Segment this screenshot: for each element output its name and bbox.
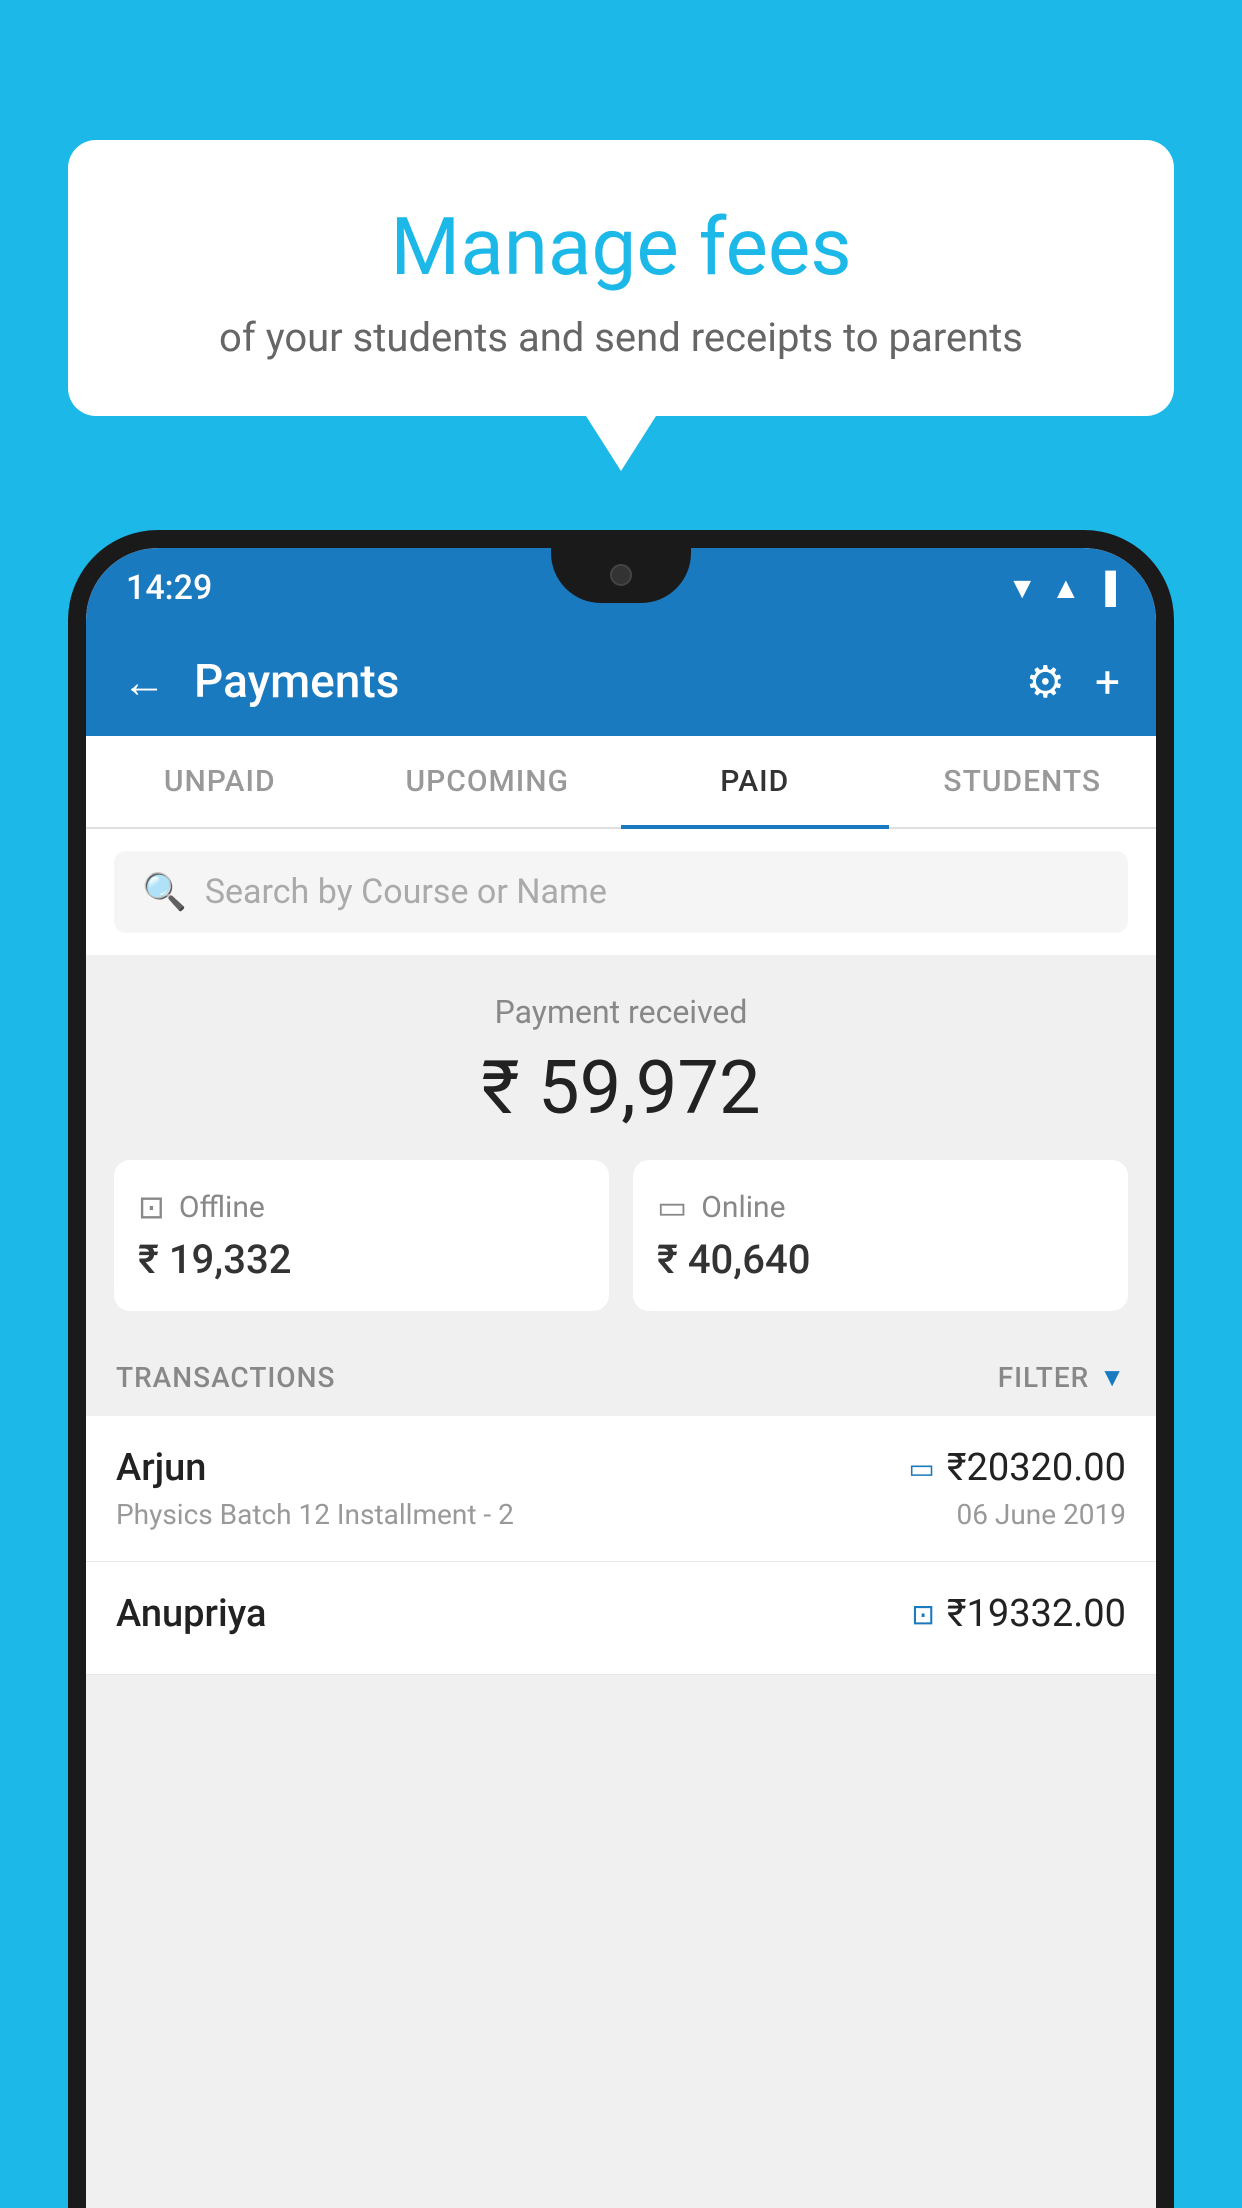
offline-payment-icon: ⊡ [911,1598,934,1631]
offline-card: ⊡ Offline ₹ 19,332 [114,1160,609,1311]
transaction-top-2: Anupriya ⊡ ₹19332.00 [116,1592,1126,1636]
status-bar: 14:29 ▼ ▲ ▐ [86,548,1156,628]
tab-unpaid[interactable]: UNPAID [86,736,354,827]
transactions-label: TRANSACTIONS [116,1361,335,1394]
speech-bubble-arrow [586,416,656,471]
transactions-header: TRANSACTIONS FILTER ▼ [86,1339,1156,1416]
back-button[interactable]: ← [122,656,166,708]
header-title: Payments [194,655,1026,709]
signal-icon: ▲ [1051,571,1081,606]
online-amount: ₹ 40,640 [657,1236,1104,1283]
transaction-row[interactable]: Arjun ▭ ₹20320.00 Physics Batch 12 Insta… [86,1416,1156,1562]
tabs: UNPAID UPCOMING PAID STUDENTS [86,736,1156,829]
phone-frame: 14:29 ▼ ▲ ▐ ← Payments ⚙ + UNPAID [68,530,1174,2208]
settings-icon[interactable]: ⚙ [1026,656,1065,708]
notch [551,548,691,603]
search-container: 🔍 Search by Course or Name [86,829,1156,955]
search-icon: 🔍 [142,871,187,913]
transaction-name: Arjun [116,1446,206,1490]
transaction-amount-2: ₹19332.00 [947,1592,1126,1636]
filter-label: FILTER [998,1361,1090,1394]
payment-amount: ₹ 59,972 [114,1045,1128,1132]
transaction-name-2: Anupriya [116,1592,266,1636]
status-time: 14:29 [126,568,212,608]
transaction-amount: ₹20320.00 [947,1446,1126,1490]
online-card-header: ▭ Online [657,1188,1104,1226]
payment-cards: ⊡ Offline ₹ 19,332 ▭ Online ₹ 40,640 [114,1160,1128,1311]
header-icons: ⚙ + [1026,656,1120,708]
tab-upcoming[interactable]: UPCOMING [354,736,622,827]
search-bar[interactable]: 🔍 Search by Course or Name [114,851,1128,933]
notch-camera [610,564,632,586]
online-type: Online [701,1190,785,1225]
transaction-amount-row: ▭ ₹20320.00 [908,1446,1126,1490]
tab-students[interactable]: STUDENTS [889,736,1157,827]
offline-type: Offline [179,1190,265,1225]
add-icon[interactable]: + [1095,656,1120,708]
transaction-date: 06 June 2019 [956,1498,1126,1531]
app-header: ← Payments ⚙ + [86,628,1156,736]
online-icon: ▭ [657,1188,687,1226]
speech-bubble-subtitle: of your students and send receipts to pa… [138,314,1104,361]
offline-icon: ⊡ [138,1188,165,1226]
transaction-course: Physics Batch 12 Installment - 2 [116,1498,514,1531]
offline-amount: ₹ 19,332 [138,1236,585,1283]
speech-bubble-title: Manage fees [138,200,1104,294]
transaction-bottom: Physics Batch 12 Installment - 2 06 June… [116,1498,1126,1531]
online-card: ▭ Online ₹ 40,640 [633,1160,1128,1311]
battery-icon: ▐ [1095,571,1116,606]
filter-button[interactable]: FILTER ▼ [998,1361,1126,1394]
speech-bubble-container: Manage fees of your students and send re… [68,140,1174,471]
phone-screen: 14:29 ▼ ▲ ▐ ← Payments ⚙ + UNPAID [86,548,1156,2208]
search-placeholder-text: Search by Course or Name [205,872,607,912]
online-payment-icon: ▭ [908,1452,934,1485]
speech-bubble: Manage fees of your students and send re… [68,140,1174,416]
offline-card-header: ⊡ Offline [138,1188,585,1226]
payment-summary: Payment received ₹ 59,972 ⊡ Offline ₹ 19… [86,955,1156,1339]
payment-label: Payment received [114,993,1128,1031]
transaction-row[interactable]: Anupriya ⊡ ₹19332.00 [86,1562,1156,1675]
status-icons: ▼ ▲ ▐ [1007,571,1116,606]
transaction-amount-row-2: ⊡ ₹19332.00 [911,1592,1126,1636]
transaction-top: Arjun ▭ ₹20320.00 [116,1446,1126,1490]
wifi-icon: ▼ [1007,571,1037,606]
tab-paid[interactable]: PAID [621,736,889,827]
filter-icon: ▼ [1099,1362,1126,1393]
